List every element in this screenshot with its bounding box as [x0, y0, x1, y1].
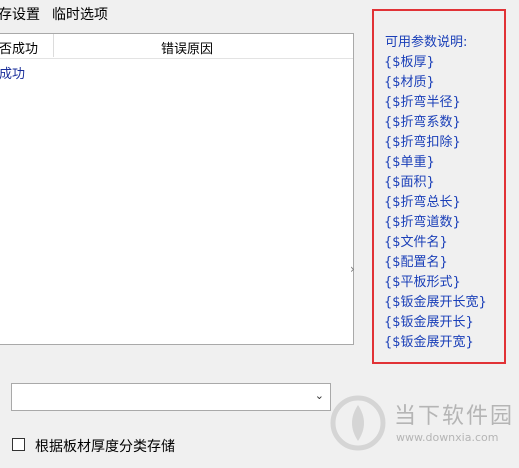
cell-success: 成功 — [0, 67, 26, 82]
watermark-name: 当下软件园 — [394, 404, 515, 429]
param-item: {$板厚} — [384, 55, 435, 70]
watermark-logo-icon — [330, 395, 386, 451]
table-header: 否成功 错误原因 — [0, 34, 353, 59]
tab-temp-options[interactable]: 临时选项 — [52, 4, 108, 24]
param-help-panel: 可用参数说明: {$板厚} {$材质} {$折弯半径} {$折弯系数} {$折弯… — [372, 9, 506, 364]
naming-dropdown[interactable]: ⌄ — [11, 383, 331, 411]
param-item: {$折弯扣除} — [384, 135, 461, 150]
param-help-title: 可用参数说明: — [385, 35, 468, 50]
chevron-down-icon[interactable]: ⌄ — [315, 389, 324, 402]
column-header-success[interactable]: 否成功 — [0, 38, 38, 57]
column-header-error[interactable]: 错误原因 — [161, 38, 213, 57]
param-item: {$文件名} — [384, 235, 448, 250]
param-item: {$折弯总长} — [384, 195, 461, 210]
table-row[interactable]: 成功 — [0, 63, 25, 82]
param-item: {$折弯道数} — [384, 215, 461, 230]
tab-save-settings[interactable]: 存设置 — [0, 4, 40, 24]
param-item: {$配置名} — [384, 255, 448, 270]
chevron-right-icon: › — [350, 262, 355, 276]
column-divider[interactable] — [53, 34, 54, 57]
param-item: {$折弯半径} — [384, 95, 461, 110]
param-item: {$钣金展开长} — [384, 315, 474, 330]
param-item: {$面积} — [384, 175, 435, 190]
classify-checkbox[interactable] — [12, 438, 25, 451]
watermark-url: www.downxia.com — [396, 431, 499, 444]
param-item: {$单重} — [384, 155, 435, 170]
results-table[interactable]: 否成功 错误原因 成功 — [0, 33, 354, 345]
param-item: {$钣金展开长宽} — [384, 295, 487, 310]
classify-checkbox-label[interactable]: 根据板材厚度分类存储 — [35, 436, 175, 456]
param-item: {$材质} — [384, 75, 435, 90]
param-item: {$折弯系数} — [384, 115, 461, 130]
param-item: {$平板形式} — [384, 275, 461, 290]
param-item: {$钣金展开宽} — [384, 335, 474, 350]
